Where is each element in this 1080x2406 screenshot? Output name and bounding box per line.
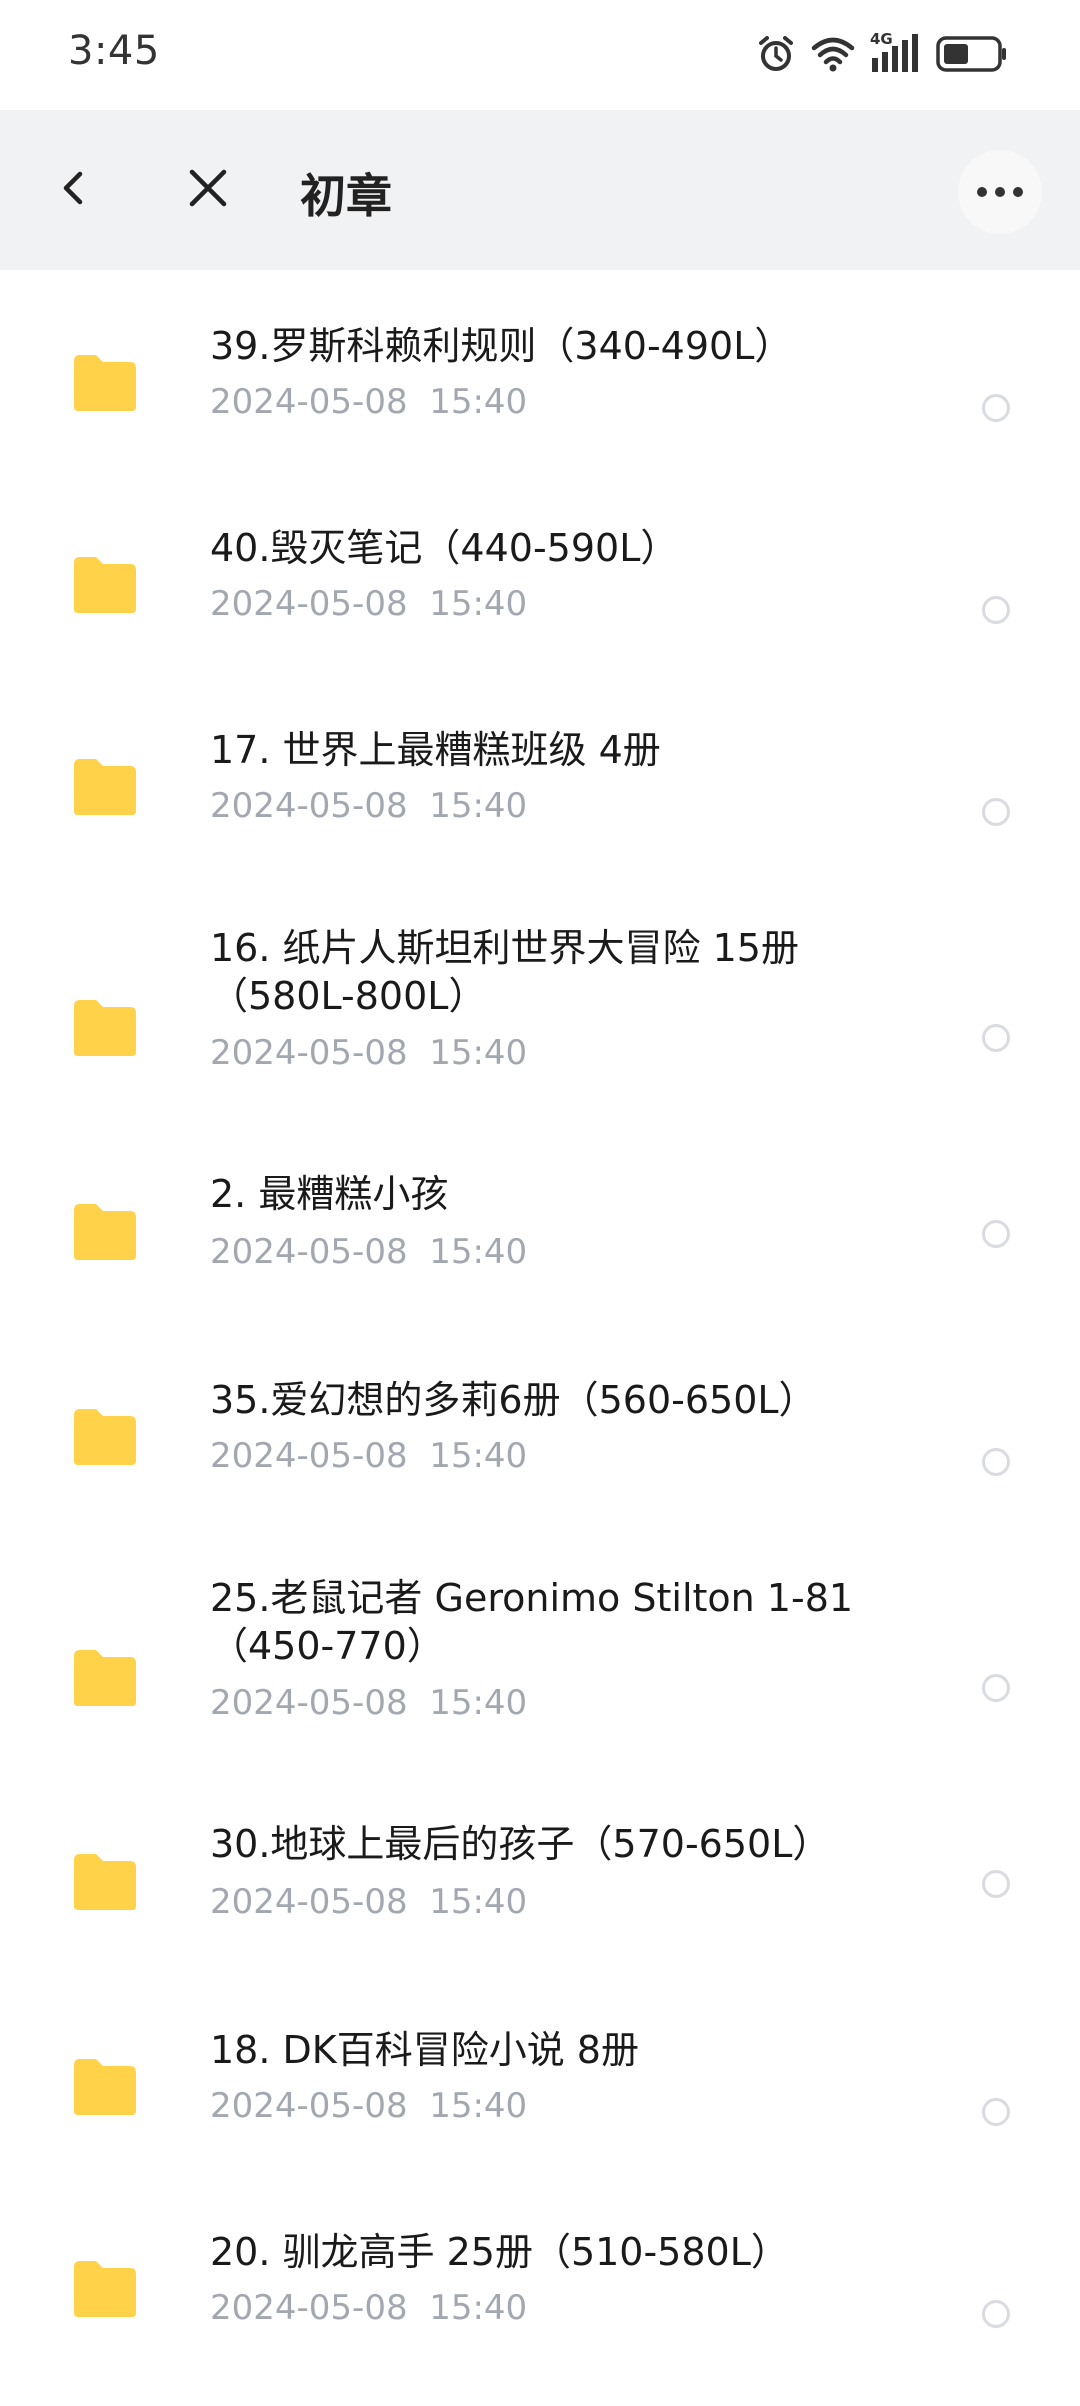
select-checkbox[interactable]: [982, 1024, 1010, 1052]
file-row[interactable]: 18. DK百科冒险小说 8册 2024-05-08 15:40: [0, 2004, 1080, 2204]
file-name: 35.爱幻想的多莉6册（560-650L）: [210, 1378, 817, 1422]
app-bar: 初章: [0, 110, 1080, 270]
file-row[interactable]: 25.老鼠记者 Geronimo Stilton 1-81（450-770） 2…: [0, 1556, 1080, 1800]
folder-icon: [72, 555, 138, 615]
file-date: 2024-05-08 15:40: [210, 1882, 528, 1922]
page-title: 初章: [300, 169, 392, 223]
folder-icon: [72, 2057, 138, 2117]
file-name: 25.老鼠记者 Geronimo Stilton 1-81（450-770）: [210, 1576, 854, 1668]
folder-icon: [72, 1407, 138, 1467]
file-date: 2024-05-08 15:40: [210, 2086, 528, 2126]
file-date: 2024-05-08 15:40: [210, 1232, 528, 1272]
file-name: 18. DK百科冒险小说 8册: [210, 2028, 639, 2072]
folder-icon: [72, 2259, 138, 2319]
file-row[interactable]: 35.爱幻想的多莉6册（560-650L） 2024-05-08 15:40: [0, 1354, 1080, 1554]
more-horizontal-icon: [976, 183, 1024, 202]
folder-icon: [72, 757, 138, 817]
file-name: 16. 纸片人斯坦利世界大冒险 15册（580L-800L）: [210, 926, 799, 1018]
select-checkbox[interactable]: [982, 1220, 1010, 1248]
file-row[interactable]: 16. 纸片人斯坦利世界大冒险 15册（580L-800L） 2024-05-0…: [0, 906, 1080, 1150]
status-icons: 4G: [756, 30, 1008, 76]
select-checkbox[interactable]: [982, 1674, 1010, 1702]
file-row[interactable]: 20. 驯龙高手 25册（510-580L） 2024-05-08 15:40: [0, 2206, 1080, 2406]
select-checkbox[interactable]: [982, 1870, 1010, 1898]
select-checkbox[interactable]: [982, 1448, 1010, 1476]
chevron-left-icon: [54, 168, 94, 212]
file-name: 39.罗斯科赖利规则（340-490L）: [210, 324, 793, 368]
file-name: 17. 世界上最糟糕班级 4册: [210, 728, 661, 772]
file-date: 2024-05-08 15:40: [210, 382, 528, 422]
select-checkbox[interactable]: [982, 2098, 1010, 2126]
close-icon: [186, 166, 230, 214]
file-date: 2024-05-08 15:40: [210, 1033, 528, 1073]
signal-icon: 4G: [870, 30, 922, 74]
more-options-button[interactable]: [958, 150, 1042, 234]
file-row[interactable]: 17. 世界上最糟糕班级 4册 2024-05-08 15:40: [0, 704, 1080, 904]
folder-icon: [72, 998, 138, 1058]
select-checkbox[interactable]: [982, 394, 1010, 422]
file-name: 30.地球上最后的孩子（570-650L）: [210, 1822, 831, 1866]
file-row[interactable]: 2. 最糟糕小孩 2024-05-08 15:40: [0, 1152, 1080, 1352]
status-time: 3:45: [68, 28, 160, 74]
file-date: 2024-05-08 15:40: [210, 786, 528, 826]
close-button[interactable]: [174, 156, 242, 224]
select-checkbox[interactable]: [982, 798, 1010, 826]
back-button[interactable]: [40, 156, 108, 224]
file-date: 2024-05-08 15:40: [210, 584, 528, 624]
file-row[interactable]: 30.地球上最后的孩子（570-650L） 2024-05-08 15:40: [0, 1802, 1080, 2002]
file-date: 2024-05-08 15:40: [210, 2288, 528, 2328]
file-row[interactable]: 40.毁灭笔记（440-590L） 2024-05-08 15:40: [0, 502, 1080, 702]
battery-icon: [936, 34, 1008, 74]
file-date: 2024-05-08 15:40: [210, 1436, 528, 1476]
file-name: 20. 驯龙高手 25册（510-580L）: [210, 2230, 789, 2274]
file-date: 2024-05-08 15:40: [210, 1683, 528, 1723]
file-name: 40.毁灭笔记（440-590L）: [210, 526, 679, 570]
folder-icon: [72, 1202, 138, 1262]
select-checkbox[interactable]: [982, 2300, 1010, 2328]
select-checkbox[interactable]: [982, 596, 1010, 624]
folder-icon: [72, 353, 138, 413]
alarm-icon: [756, 34, 796, 74]
wifi-icon: [810, 34, 856, 74]
status-bar: 3:45 4G: [0, 0, 1080, 110]
file-row[interactable]: 39.罗斯科赖利规则（340-490L） 2024-05-08 15:40: [0, 300, 1080, 500]
file-name: 2. 最糟糕小孩: [210, 1172, 449, 1216]
folder-icon: [72, 1648, 138, 1708]
folder-icon: [72, 1852, 138, 1912]
